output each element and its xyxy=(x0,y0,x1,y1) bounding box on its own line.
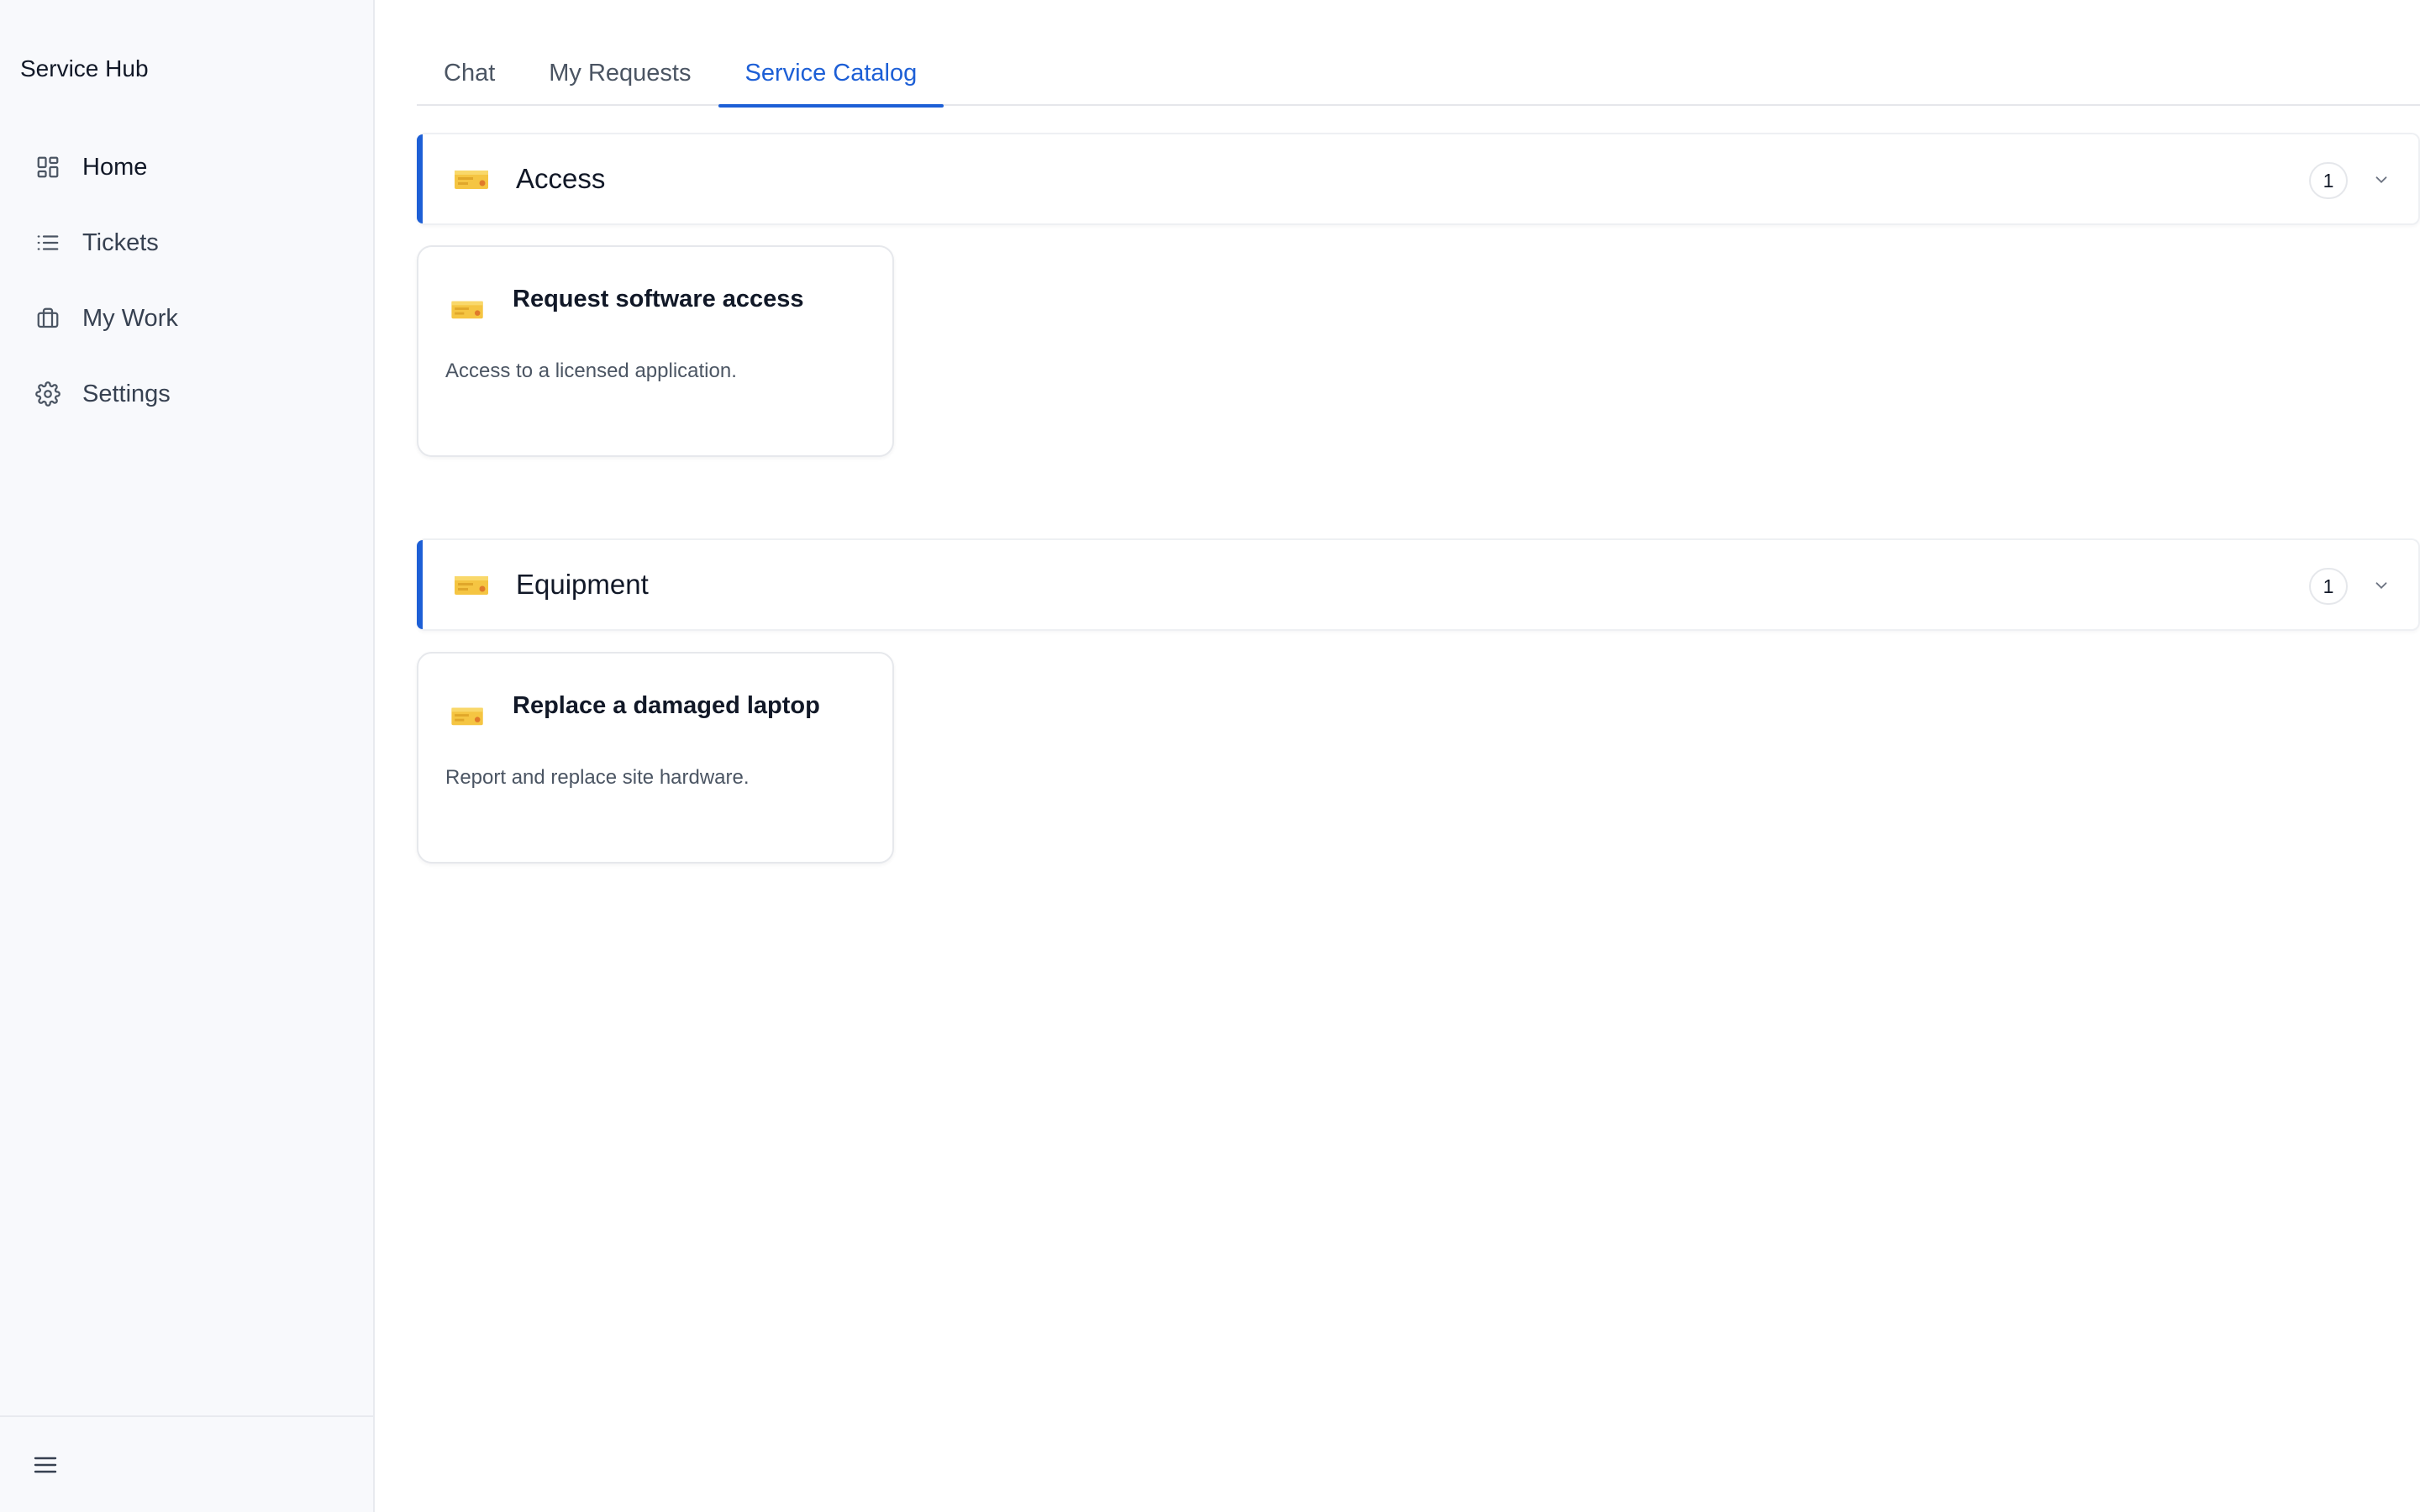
section-count-badge: 1 xyxy=(2309,162,2348,199)
catalog-section-access[interactable]: Access 1 xyxy=(417,133,2420,225)
sidebar-footer xyxy=(0,1415,373,1512)
hamburger-menu-icon[interactable] xyxy=(30,1450,60,1480)
card-description: Report and replace site hardware. xyxy=(445,766,750,789)
sidebar-item-my-work[interactable]: My Work xyxy=(0,281,373,356)
sidebar-item-home[interactable]: Home xyxy=(0,129,373,205)
gear-icon xyxy=(34,380,62,408)
tab-service-catalog[interactable]: Service Catalog xyxy=(718,40,944,108)
briefcase-icon xyxy=(34,304,62,333)
ticket-icon xyxy=(455,576,488,595)
chevron-down-icon[interactable] xyxy=(2370,168,2393,192)
ticket-icon xyxy=(455,171,488,189)
ticket-icon xyxy=(451,707,483,726)
grid-icon xyxy=(34,153,62,181)
card-title: Request software access xyxy=(513,286,804,312)
catalog-card[interactable]: Request software access Access to a lice… xyxy=(417,245,894,457)
card-title: Replace a damaged laptop xyxy=(513,692,820,719)
section-count-badge: 1 xyxy=(2309,568,2348,605)
sidebar-item-settings[interactable]: Settings xyxy=(0,356,373,432)
app-title: Service Hub xyxy=(20,55,149,81)
sidebar-nav: Home Tickets My Work Settings xyxy=(0,129,373,432)
tab-my-requests[interactable]: My Requests xyxy=(522,40,718,106)
sidebar-item-label: My Work xyxy=(82,304,178,332)
tab-bar: Chat My Requests Service Catalog xyxy=(417,40,2420,108)
list-icon xyxy=(34,228,62,257)
sidebar-item-label: Settings xyxy=(82,380,171,407)
card-description: Access to a licensed application. xyxy=(445,360,737,382)
sidebar: Service Hub Home Tickets My Work Setting… xyxy=(0,0,375,1512)
tab-chat[interactable]: Chat xyxy=(417,40,522,106)
ticket-icon xyxy=(451,301,483,319)
section-title: Equipment xyxy=(516,569,649,600)
main-content: Chat My Requests Service Catalog Access … xyxy=(417,0,2420,1512)
sidebar-item-label: Tickets xyxy=(82,228,159,256)
sidebar-item-tickets[interactable]: Tickets xyxy=(0,205,373,281)
catalog-section-equipment[interactable]: Equipment 1 xyxy=(417,538,2420,631)
catalog-card[interactable]: Replace a damaged laptop Report and repl… xyxy=(417,652,894,864)
chevron-down-icon[interactable] xyxy=(2370,574,2393,597)
section-title: Access xyxy=(516,163,606,194)
sidebar-item-label: Home xyxy=(82,153,148,181)
